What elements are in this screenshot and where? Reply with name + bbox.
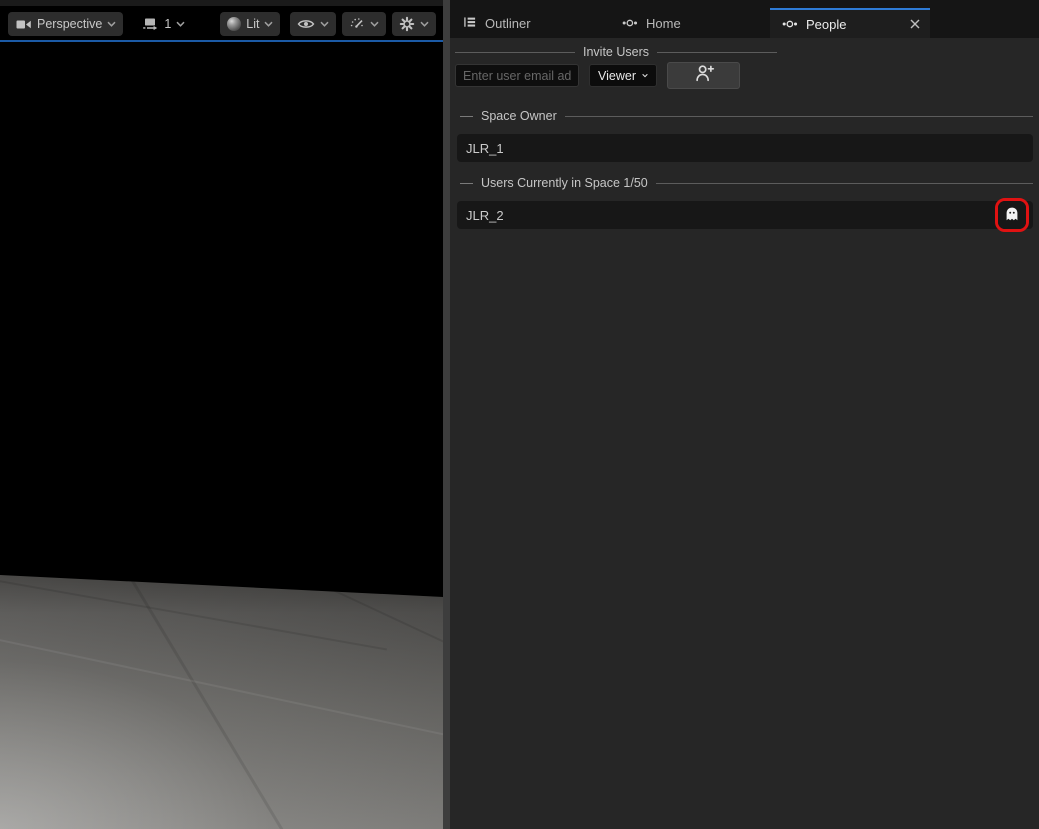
tab-people[interactable]: People bbox=[770, 8, 930, 38]
tab-home[interactable]: Home bbox=[610, 8, 770, 38]
floor-tile-seam bbox=[119, 559, 292, 829]
chevron-down-icon bbox=[264, 21, 273, 27]
users-in-space-title: Users Currently in Space 1/50 bbox=[481, 176, 648, 190]
gauge-icon bbox=[349, 16, 365, 32]
gear-icon bbox=[399, 16, 415, 32]
section-dash bbox=[460, 183, 473, 184]
outliner-list-icon bbox=[462, 15, 477, 32]
right-panel: Outliner Home People bbox=[450, 0, 1039, 829]
3d-viewport[interactable]: Perspective 1 Lit bbox=[0, 0, 443, 829]
space-owner-section-header: Space Owner bbox=[460, 109, 1033, 123]
role-select-value: Viewer bbox=[598, 69, 636, 83]
tab-label: Home bbox=[646, 16, 681, 31]
highlight-ring bbox=[995, 198, 1029, 232]
section-divider-line bbox=[455, 52, 575, 53]
chevron-down-icon bbox=[320, 21, 329, 27]
show-flags-dropdown-button[interactable] bbox=[290, 12, 336, 36]
chevron-down-icon bbox=[370, 21, 379, 27]
chevron-down-icon bbox=[107, 21, 116, 27]
perspective-dropdown-button[interactable]: Perspective bbox=[8, 12, 123, 36]
invite-add-user-button[interactable] bbox=[667, 62, 740, 89]
chevron-down-icon bbox=[176, 21, 185, 27]
lit-viewmode-dropdown-button[interactable]: Lit bbox=[220, 12, 280, 36]
section-divider-line bbox=[657, 52, 777, 53]
people-panel-content: Invite Users Viewer bbox=[450, 38, 1039, 829]
viewport-active-border bbox=[0, 40, 443, 42]
owner-name: JLR_1 bbox=[466, 141, 504, 156]
screen-size-icon bbox=[142, 16, 159, 32]
chevron-down-icon bbox=[642, 72, 648, 79]
screen-size-label: 1 bbox=[164, 17, 171, 31]
space-owner-title: Space Owner bbox=[481, 109, 557, 123]
tab-label: People bbox=[806, 17, 846, 32]
invite-users-form: Viewer bbox=[450, 62, 1039, 92]
section-divider-line bbox=[565, 116, 1033, 117]
tab-outliner[interactable]: Outliner bbox=[450, 8, 610, 38]
tab-label: Outliner bbox=[485, 16, 531, 31]
perspective-label: Perspective bbox=[37, 17, 102, 31]
section-divider-line bbox=[656, 183, 1033, 184]
panel-splitter[interactable] bbox=[443, 0, 450, 829]
invite-users-title: Invite Users bbox=[583, 45, 649, 59]
lit-label: Lit bbox=[246, 17, 259, 31]
viewport-top-strip bbox=[0, 0, 443, 6]
invite-role-select[interactable]: Viewer bbox=[589, 64, 657, 87]
app-logo-icon bbox=[782, 17, 798, 32]
panel-tab-bar: Outliner Home People bbox=[450, 0, 1039, 38]
viewport-settings-dropdown-button[interactable] bbox=[392, 12, 436, 36]
person-add-icon bbox=[692, 62, 716, 89]
viewport-toolbar: Perspective 1 Lit bbox=[0, 12, 443, 36]
app-logo-icon bbox=[622, 16, 638, 31]
floor-tile-seam bbox=[0, 576, 387, 651]
owner-row[interactable]: JLR_1 bbox=[457, 134, 1033, 162]
user-row[interactable]: JLR_2 bbox=[457, 201, 1033, 229]
user-name: JLR_2 bbox=[466, 208, 504, 223]
users-in-space-section-header: Users Currently in Space 1/50 bbox=[460, 176, 1033, 190]
eye-icon bbox=[297, 18, 315, 30]
ghost-mode-button[interactable] bbox=[998, 201, 1026, 229]
section-dash bbox=[460, 116, 473, 117]
chevron-down-icon bbox=[420, 21, 429, 27]
floor-tile-seam bbox=[299, 574, 443, 665]
close-icon[interactable] bbox=[910, 19, 920, 29]
ghost-icon bbox=[1004, 206, 1020, 225]
screen-size-dropdown-button[interactable]: 1 bbox=[135, 12, 192, 36]
invite-email-input[interactable] bbox=[455, 64, 579, 87]
viewport-floor bbox=[0, 0, 443, 829]
lit-sphere-icon bbox=[227, 17, 241, 31]
invite-users-section-header: Invite Users bbox=[455, 45, 777, 59]
camera-icon bbox=[15, 17, 32, 31]
performance-gauge-dropdown-button[interactable] bbox=[342, 12, 386, 36]
app-window: Perspective 1 Lit bbox=[0, 0, 1039, 829]
